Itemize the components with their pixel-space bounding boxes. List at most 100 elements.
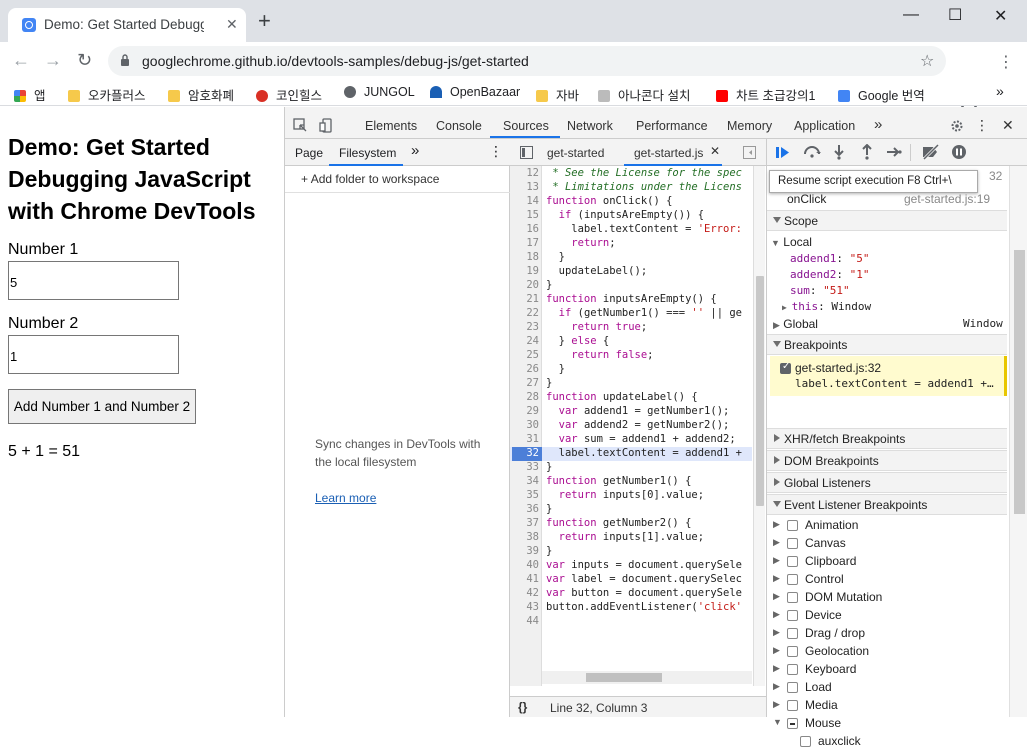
editor-scrollbar[interactable] (753, 166, 765, 686)
collapsed-triangle-icon[interactable]: ▶ (773, 663, 780, 674)
close-devtools-icon[interactable]: ✕ (1002, 117, 1014, 134)
collapsed-triangle-icon[interactable]: ▶ (773, 699, 780, 710)
dom-breakpoints-header[interactable]: DOM Breakpoints (767, 450, 1007, 471)
more-nav-tabs-icon[interactable]: » (411, 142, 419, 159)
expanded-triangle-icon[interactable]: ▼ (773, 717, 782, 727)
scope-var[interactable]: addend2: "1" (790, 268, 869, 281)
browser-tab[interactable]: Demo: Get Started Debugging J ✕ (8, 8, 246, 42)
sidebar-scrollbar[interactable] (1009, 166, 1027, 717)
collapsed-triangle-icon[interactable]: ▶ (773, 555, 780, 566)
collapsed-triangle-icon[interactable]: ▶ (773, 645, 780, 656)
breakpoint-item[interactable]: ✓ get-started.js:32 label.textContent = … (770, 356, 1007, 396)
more-tabs-icon[interactable]: » (874, 116, 882, 133)
collapsed-triangle-icon[interactable]: ▶ (773, 537, 780, 548)
new-tab-button[interactable]: + (258, 10, 271, 32)
minimize-icon[interactable]: — (903, 6, 919, 24)
event-category-checkbox[interactable] (787, 646, 798, 657)
step-over-icon[interactable] (803, 146, 821, 158)
editor-tab-js[interactable]: get-started.js (634, 146, 703, 160)
bookmark-item[interactable]: 오카플러스 (68, 85, 146, 104)
scope-var[interactable]: ▶ this: Window (782, 300, 871, 313)
tab-performance[interactable]: Performance (636, 119, 708, 133)
tab-elements[interactable]: Elements (365, 119, 417, 133)
add-folder-button[interactable]: + Add folder to workspace (301, 172, 439, 186)
address-bar[interactable]: googlechrome.github.io/devtools-samples/… (108, 46, 946, 76)
event-category-checkbox[interactable] (787, 682, 798, 693)
step-into-icon[interactable] (833, 144, 845, 160)
bookmark-item[interactable]: 암호화폐 (168, 85, 234, 104)
scope-var[interactable]: addend1: "5" (790, 252, 869, 265)
event-category-checkbox[interactable] (787, 664, 798, 675)
tab-sources[interactable]: Sources (503, 119, 549, 133)
code-area[interactable]: * See the License for the spec * Limitat… (510, 166, 754, 686)
reload-icon[interactable]: ↻ (77, 50, 92, 71)
learn-more-link[interactable]: Learn more (315, 491, 376, 505)
toggle-navigator-icon[interactable] (520, 146, 533, 159)
inspect-icon[interactable] (293, 118, 308, 133)
event-category-checkbox[interactable] (787, 610, 798, 621)
close-editor-tab-icon[interactable]: ✕ (710, 144, 720, 158)
collapsed-triangle-icon[interactable]: ▶ (773, 573, 780, 584)
collapsed-triangle-icon[interactable]: ▶ (773, 591, 780, 602)
close-tab-icon[interactable]: ✕ (226, 16, 238, 33)
h-scrollbar[interactable] (542, 671, 752, 684)
xhr-breakpoints-header[interactable]: XHR/fetch Breakpoints (767, 428, 1007, 449)
step-out-icon[interactable] (861, 144, 873, 160)
editor-tab-html[interactable]: get-started (547, 146, 604, 160)
call-stack-fn[interactable]: onClick (787, 192, 826, 206)
global-scope-toggle[interactable]: ▶ Global (773, 317, 818, 331)
bookmark-star-icon[interactable]: ☆ (920, 51, 934, 71)
back-icon[interactable]: ← (12, 50, 30, 71)
maximize-icon[interactable]: ☐ (948, 5, 962, 25)
bookmark-item[interactable]: 자바 (536, 85, 579, 104)
resume-icon[interactable] (775, 145, 791, 160)
event-category-checkbox[interactable] (787, 538, 798, 549)
tab-network[interactable]: Network (567, 119, 613, 133)
number2-input[interactable]: 1 (8, 335, 179, 374)
call-stack-location[interactable]: get-started.js:19 (904, 192, 990, 206)
auxclick-checkbox[interactable] (800, 736, 811, 747)
collapsed-triangle-icon[interactable]: ▶ (773, 609, 780, 620)
collapsed-triangle-icon[interactable]: ▶ (773, 519, 780, 530)
bookmark-item[interactable]: 코인힐스 (256, 85, 322, 104)
bookmark-item[interactable]: 차트 초급강의1 (716, 85, 815, 104)
tab-filesystem[interactable]: Filesystem (339, 146, 396, 160)
toggle-debugger-icon[interactable] (743, 146, 756, 159)
settings-gear-icon[interactable] (950, 119, 964, 133)
breakpoints-header[interactable]: Breakpoints (767, 334, 1007, 355)
event-category-checkbox[interactable] (787, 520, 798, 531)
tab-memory[interactable]: Memory (727, 119, 772, 133)
devtools-menu-icon[interactable]: ⋮ (975, 117, 989, 134)
pretty-print-icon[interactable]: {} (518, 700, 527, 714)
add-button[interactable]: Add Number 1 and Number 2 (8, 389, 196, 424)
step-icon[interactable] (886, 146, 902, 158)
scope-header[interactable]: Scope (767, 210, 1007, 231)
event-category-checkbox[interactable] (787, 592, 798, 603)
event-category-checkbox[interactable] (787, 700, 798, 711)
bookmarks-overflow-icon[interactable]: » (996, 83, 1004, 99)
forward-icon[interactable]: → (44, 50, 62, 71)
close-window-icon[interactable]: ✕ (994, 6, 1007, 26)
nav-menu-icon[interactable]: ⋮ (489, 143, 503, 160)
event-category-checkbox[interactable] (787, 718, 798, 729)
tab-application[interactable]: Application (794, 119, 855, 133)
bookmark-item[interactable]: Google 번역 (838, 85, 925, 104)
bookmark-item[interactable]: 아나콘다 설치 (598, 85, 690, 104)
line-number[interactable]: 32 (510, 447, 539, 459)
device-toolbar-icon[interactable] (319, 118, 334, 133)
collapsed-triangle-icon[interactable]: ▶ (773, 627, 780, 638)
event-category-checkbox[interactable] (787, 628, 798, 639)
event-listener-breakpoints-header[interactable]: Event Listener Breakpoints (767, 494, 1007, 515)
local-scope-toggle[interactable]: ▼ Local (771, 235, 812, 249)
tab-page[interactable]: Page (295, 146, 323, 160)
tab-console[interactable]: Console (436, 119, 482, 133)
breakpoint-checkbox[interactable]: ✓ (780, 361, 791, 374)
bookmark-item[interactable]: JUNGOL (344, 85, 415, 99)
menu-icon[interactable]: ⋮ (998, 52, 1014, 72)
bookmark-item[interactable]: OpenBazaar (430, 85, 520, 99)
scope-var[interactable]: sum: "51" (790, 284, 850, 297)
number1-input[interactable]: 5 (8, 261, 179, 300)
bookmark-apps[interactable]: 앱 (14, 85, 46, 104)
event-category-checkbox[interactable] (787, 574, 798, 585)
deactivate-breakpoints-icon[interactable] (921, 144, 941, 160)
